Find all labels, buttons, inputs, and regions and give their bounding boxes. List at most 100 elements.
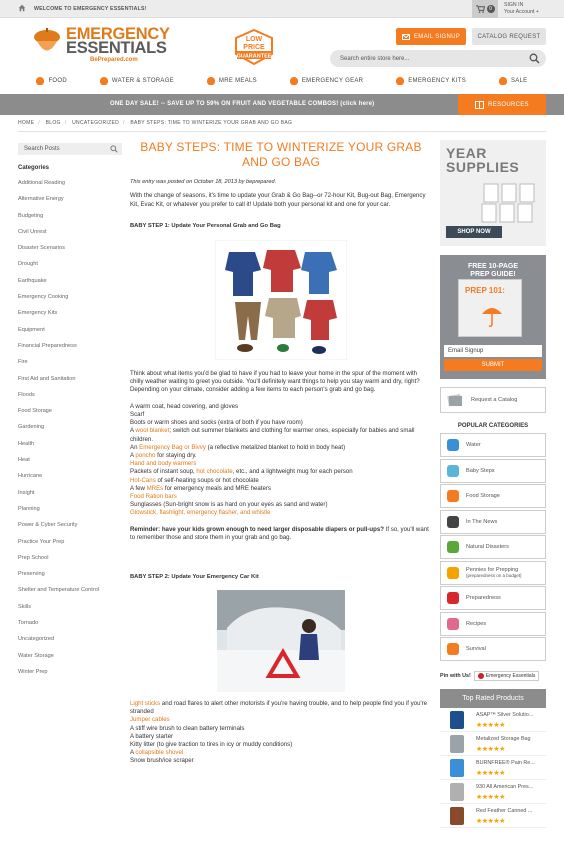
- account-links[interactable]: SIGN IN Your Account +: [504, 2, 539, 16]
- popular-category-in-the-news[interactable]: In The News: [440, 509, 546, 534]
- category-link[interactable]: Winter Prep: [18, 664, 122, 680]
- product-item[interactable]: Red Feather Canned ... ★★★★★: [440, 804, 546, 828]
- nav-sale[interactable]: SALE: [498, 77, 528, 85]
- shop-now-button[interactable]: SHOP NOW: [446, 226, 502, 238]
- list-item: Boots or warm shoes and socks (extra of …: [130, 419, 432, 427]
- popular-category-preparedness[interactable]: Preparedness: [440, 586, 546, 610]
- resources-button[interactable]: RESOURCES: [458, 94, 546, 115]
- category-link[interactable]: Power & Cyber Security: [18, 517, 122, 533]
- email-signup-button[interactable]: EMAIL SIGNUP: [396, 28, 466, 45]
- product-link[interactable]: Emergency Bag or Bivvy: [139, 444, 206, 451]
- category-link[interactable]: Financial Preparedness: [18, 338, 122, 354]
- year-supplies-ad[interactable]: YEAR SUPPLIES SHOP NOW: [440, 140, 546, 246]
- popular-category-recipes[interactable]: Recipes: [440, 611, 546, 636]
- promo-link[interactable]: ONE DAY SALE! -- SAVE UP TO 59% ON FRUIT…: [110, 101, 374, 107]
- popular-category-pennies-for-prepping[interactable]: Pennies for Prepping (preparedness on a b…: [440, 560, 546, 585]
- popular-category-water[interactable]: Water: [440, 433, 546, 457]
- category-link[interactable]: Food Storage: [18, 403, 122, 419]
- search-icon[interactable]: [110, 145, 118, 153]
- search-icon[interactable]: [529, 53, 540, 64]
- product-item[interactable]: Metalized Storage Bag ★★★★★: [440, 732, 546, 756]
- product-link[interactable]: Light sticks: [130, 700, 160, 707]
- category-link[interactable]: Skills: [18, 599, 122, 615]
- popular-category-food-storage[interactable]: Food Storage: [440, 484, 546, 508]
- product-name[interactable]: 930 All American Pres...: [476, 784, 546, 790]
- product-link[interactable]: Hand and body warmers: [130, 460, 196, 467]
- category-link[interactable]: Equipment: [18, 322, 122, 338]
- category-link[interactable]: Additional Reading: [18, 175, 122, 191]
- category-link[interactable]: Shelter and Temperature Control: [18, 582, 122, 598]
- top-rated-products: ASAP™ Silver Solutio... ★★★★★ Metalized St…: [440, 708, 546, 828]
- product-name[interactable]: Metalized Storage Bag: [476, 736, 546, 742]
- product-item[interactable]: 930 All American Pres... ★★★★★: [440, 780, 546, 804]
- category-link[interactable]: Emergency Cooking: [18, 289, 122, 305]
- nav-mre-meals[interactable]: MRE MEALS: [206, 77, 257, 85]
- category-link[interactable]: Drought: [18, 256, 122, 272]
- category-link[interactable]: Preserving: [18, 566, 122, 582]
- product-name[interactable]: Red Feather Canned ...: [476, 808, 546, 814]
- category-link[interactable]: Tornado: [18, 615, 122, 631]
- nav-emergency-kits[interactable]: EMERGENCY KITS: [396, 77, 466, 85]
- article: BABY STEPS: TIME TO WINTERIZE YOUR GRAB …: [130, 140, 432, 766]
- category-link[interactable]: Water Storage: [18, 648, 122, 664]
- product-link[interactable]: Hot-Cans: [130, 477, 156, 484]
- cart-button[interactable]: 0: [472, 0, 498, 18]
- category-link[interactable]: First Aid and Sanitation: [18, 371, 122, 387]
- list-item: Kitty litter (to give traction to tires …: [130, 741, 432, 749]
- category-link[interactable]: Prep School: [18, 550, 122, 566]
- category-link[interactable]: Practice Your Prep: [18, 534, 122, 550]
- catalog-request-button[interactable]: CATALOG REQUEST: [472, 28, 546, 45]
- nav-emergency-gear[interactable]: EMERGENCY GEAR: [289, 77, 363, 85]
- product-name[interactable]: ASAP™ Silver Solutio...: [476, 712, 546, 718]
- category-link[interactable]: Civil Unrest: [18, 224, 122, 240]
- product-link[interactable]: Glowstick, flashlight, emergency flasher…: [130, 509, 271, 516]
- personal-bag-list: A warm coat, head covering, and gloves Sc…: [130, 403, 432, 518]
- popular-category-label: Baby Steps: [466, 467, 495, 474]
- search-posts-input[interactable]: Search Posts: [18, 143, 122, 155]
- home-icon[interactable]: [18, 4, 26, 12]
- category-link[interactable]: Gardening: [18, 419, 122, 435]
- store-search-input[interactable]: Search entire store here...: [330, 50, 546, 67]
- product-item[interactable]: ASAP™ Silver Solutio... ★★★★★: [440, 708, 546, 732]
- breadcrumb-home[interactable]: HOME: [18, 120, 34, 126]
- popular-category-survival[interactable]: Survival: [440, 637, 546, 661]
- product-item[interactable]: BURNFREE® Pain Re... ★★★★★: [440, 756, 546, 780]
- category-link[interactable]: Uncategorized: [18, 631, 122, 647]
- request-catalog-button[interactable]: Request a Catalog: [440, 387, 546, 413]
- product-link[interactable]: wool blanket: [135, 427, 169, 434]
- category-link[interactable]: Planning: [18, 501, 122, 517]
- category-link[interactable]: Hurricane: [18, 468, 122, 484]
- breadcrumb-blog[interactable]: BLOG: [46, 120, 61, 126]
- product-link[interactable]: poncho: [135, 452, 155, 459]
- guide-email-input[interactable]: Email Signup: [444, 345, 542, 357]
- category-link[interactable]: Health: [18, 436, 122, 452]
- category-link[interactable]: Alternative Energy: [18, 191, 122, 207]
- category-link[interactable]: Budgeting: [18, 208, 122, 224]
- guide-submit-button[interactable]: SUBMIT: [444, 359, 542, 371]
- pinterest-tag[interactable]: Emergency Essentials: [473, 671, 540, 681]
- breadcrumb-uncategorized[interactable]: UNCATEGORIZED: [72, 120, 119, 126]
- popular-category-label: Natural Disasters: [466, 544, 509, 550]
- product-link[interactable]: MREs: [147, 485, 164, 492]
- pinterest-follow[interactable]: Pin with Us! Emergency Essentials: [440, 671, 546, 681]
- category-link[interactable]: Insight: [18, 485, 122, 501]
- category-link[interactable]: Floods: [18, 387, 122, 403]
- category-link[interactable]: Emergency Kits: [18, 305, 122, 321]
- product-link[interactable]: Food Ration bars: [130, 493, 177, 500]
- popular-category-natural-disasters[interactable]: Natural Disasters: [440, 535, 546, 559]
- nav-food[interactable]: FOOD: [36, 77, 67, 85]
- product-link[interactable]: collapsible shovel: [135, 749, 183, 756]
- category-link[interactable]: Earthquake: [18, 273, 122, 289]
- reminder-bold: Reminder: have your kids grown enough to…: [130, 525, 384, 533]
- nav-water-storage[interactable]: WATER & STORAGE: [99, 77, 174, 85]
- category-link[interactable]: Fire: [18, 354, 122, 370]
- category-link[interactable]: Heat: [18, 452, 122, 468]
- product-link[interactable]: Jumper cables: [130, 716, 170, 723]
- category-link[interactable]: Disaster Scenarios: [18, 240, 122, 256]
- site-logo[interactable]: EMERGENCY ESSENTIALS BePrepared.com: [32, 24, 182, 66]
- product-link[interactable]: hot chocolate: [196, 468, 232, 475]
- sign-in-link[interactable]: SIGN IN: [504, 2, 539, 9]
- your-account-link[interactable]: Your Account +: [504, 9, 539, 16]
- popular-category-baby-steps[interactable]: Baby Steps: [440, 458, 546, 483]
- product-name[interactable]: BURNFREE® Pain Re...: [476, 760, 546, 766]
